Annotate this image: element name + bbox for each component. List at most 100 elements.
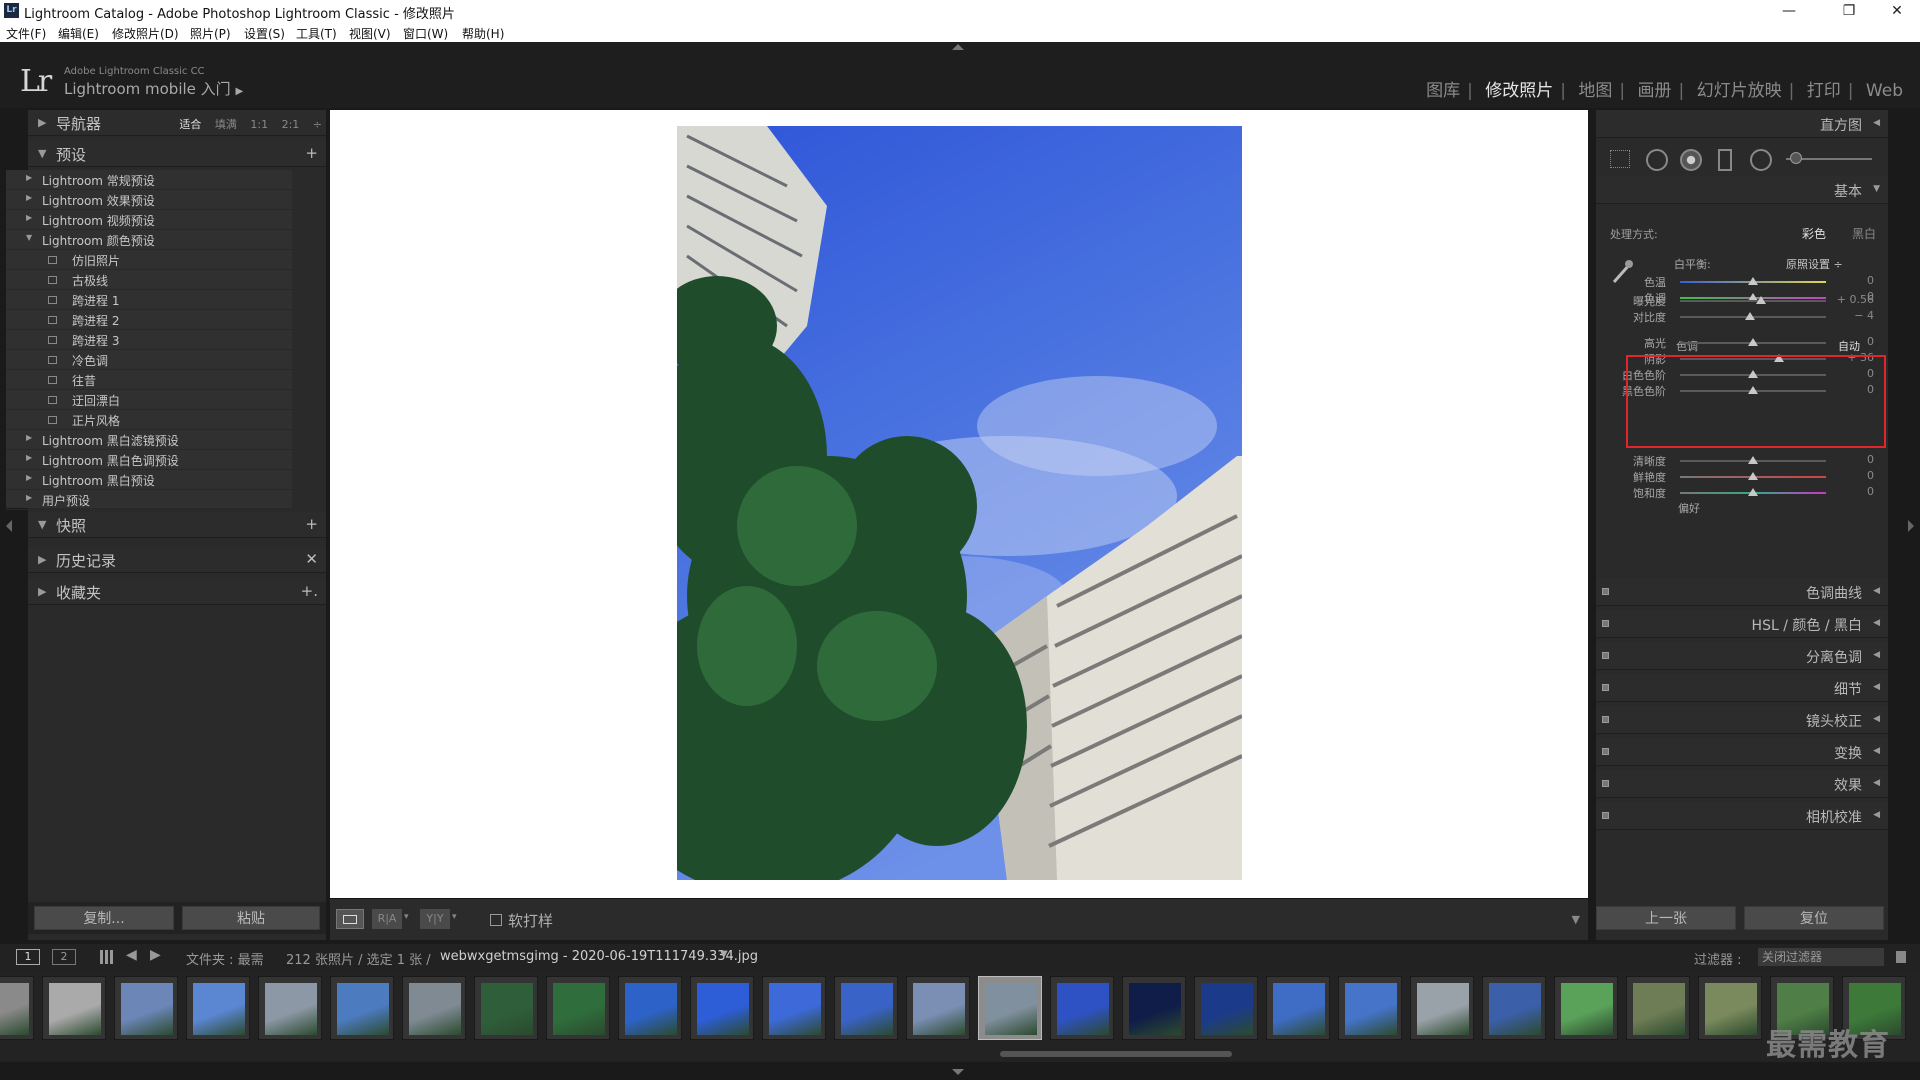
filmstrip-thumbnail[interactable] <box>1698 976 1762 1040</box>
filmstrip-thumbnail[interactable] <box>0 976 34 1040</box>
mobile-getting-started[interactable]: Lightroom mobile 入门 ▶ <box>64 78 243 99</box>
panel-toggle-switch[interactable] <box>1602 716 1609 723</box>
filmstrip-thumbnail[interactable] <box>906 976 970 1040</box>
module-web[interactable]: Web <box>1866 81 1903 101</box>
restore-button[interactable]: ❐ <box>1826 0 1872 22</box>
expand-triangle-icon[interactable]: ▶ <box>26 173 32 182</box>
minimize-button[interactable]: — <box>1766 0 1812 22</box>
preset-item[interactable]: ▶ Lightroom 效果预设 <box>6 190 292 210</box>
module-library[interactable]: 图库 <box>1426 81 1460 101</box>
preset-item[interactable]: 古极线 <box>6 270 292 290</box>
preset-item[interactable]: ▶ Lightroom 黑白色调预设 <box>6 450 292 470</box>
panel-toggle-switch[interactable] <box>1602 652 1609 659</box>
slider-thumb[interactable] <box>1756 296 1767 304</box>
filmstrip-thumbnail[interactable] <box>834 976 898 1040</box>
grid-view-icon[interactable] <box>100 950 114 964</box>
preset-item[interactable]: ▶ Lightroom 黑白预设 <box>6 470 292 490</box>
panel-toggle-switch[interactable] <box>1602 812 1609 819</box>
treatment-bw-button[interactable]: 黑白 <box>1852 225 1876 242</box>
module-print[interactable]: 打印 <box>1807 81 1841 101</box>
expand-triangle-icon[interactable]: ▶ <box>26 213 32 222</box>
menu-tools[interactable]: 工具(T) <box>296 25 337 42</box>
radial-filter-tool-icon[interactable] <box>1750 149 1772 171</box>
expand-triangle-icon[interactable]: ▶ <box>26 433 32 442</box>
preset-item[interactable]: ▶ Lightroom 常规预设 <box>6 170 292 190</box>
expand-triangle-icon[interactable]: ▶ <box>26 473 32 482</box>
zoom-fill[interactable]: 填满 <box>215 118 237 131</box>
filmstrip-thumbnail[interactable] <box>546 976 610 1040</box>
menu-photo[interactable]: 照片(P) <box>190 25 231 42</box>
before-after-tb-dropdown-icon[interactable]: ▾ <box>452 912 457 922</box>
panel-header-4[interactable]: 镜头校正 ◀ <box>1596 706 1888 734</box>
panel-header-3[interactable]: 细节 ◀ <box>1596 674 1888 702</box>
back-arrow-icon[interactable]: ◀ <box>126 947 137 963</box>
spot-removal-tool-icon[interactable] <box>1646 149 1668 171</box>
filmstrip-thumbnail[interactable] <box>1482 976 1546 1040</box>
menu-develop[interactable]: 修改照片(D) <box>112 25 179 42</box>
zoom-more-icon[interactable]: ÷ <box>313 118 322 131</box>
menu-window[interactable]: 窗口(W) <box>403 25 448 42</box>
collections-header[interactable]: ▶ 收藏夹 +. <box>28 579 326 605</box>
add-snapshot-icon[interactable]: + <box>305 515 318 533</box>
preset-item[interactable]: ▼ Lightroom 颜色预设 <box>6 230 292 250</box>
slider-sliders_tone-1[interactable]: 对比度 − 4 <box>1596 307 1888 325</box>
paste-settings-button[interactable]: 粘贴 <box>182 906 320 930</box>
forward-arrow-icon[interactable]: ▶ <box>150 947 161 963</box>
collapse-triangle-icon[interactable]: ▼ <box>26 233 32 242</box>
preset-item[interactable]: 冷色调 <box>6 350 292 370</box>
crop-overlay-tool-icon[interactable] <box>1610 150 1630 168</box>
module-slideshow[interactable]: 幻灯片放映 <box>1697 81 1782 101</box>
loupe-view-button[interactable] <box>336 909 364 929</box>
panel-toggle-switch[interactable] <box>1602 620 1609 627</box>
preset-item[interactable]: 跨进程 1 <box>6 290 292 310</box>
filmstrip-thumbnail[interactable] <box>1194 976 1258 1040</box>
slider-thumb[interactable] <box>1748 456 1758 464</box>
filter-lock-icon[interactable] <box>1896 951 1906 963</box>
right-panel-toggle-icon[interactable] <box>1908 520 1914 532</box>
slider-value[interactable]: 0 <box>1867 274 1874 287</box>
softproof-checkbox[interactable] <box>490 914 502 926</box>
slider-value[interactable]: − 4 <box>1854 309 1874 322</box>
slider-sliders_presence-2[interactable]: 饱和度 0 <box>1596 483 1888 501</box>
left-panel-toggle-icon[interactable] <box>6 520 12 532</box>
menu-help[interactable]: 帮助(H) <box>462 25 504 42</box>
collapse-top-arrow-icon[interactable] <box>952 44 964 50</box>
menu-view[interactable]: 视图(V) <box>349 25 391 42</box>
preset-item[interactable]: ▶ Lightroom 视频预设 <box>6 210 292 230</box>
filmstrip-thumbnail[interactable] <box>1338 976 1402 1040</box>
menu-settings[interactable]: 设置(S) <box>244 25 285 42</box>
expand-triangle-icon[interactable]: ▶ <box>26 193 32 202</box>
navigator-header[interactable]: ▶ 导航器 适合 填满 1:1 2:1 ÷ <box>28 110 326 136</box>
module-book[interactable]: 画册 <box>1638 81 1672 101</box>
preset-item[interactable]: 仿旧照片 <box>6 250 292 270</box>
add-collection-icon[interactable]: +. <box>301 582 318 600</box>
panel-header-1[interactable]: HSL / 颜色 / 黑白 ◀ <box>1596 610 1888 638</box>
filmstrip-source[interactable]: 文件夹 : 最需 <box>186 949 264 968</box>
treatment-color-button[interactable]: 彩色 <box>1802 225 1826 242</box>
basic-header[interactable]: 基本 ▼ <box>1596 176 1888 204</box>
filmstrip-thumbnail[interactable] <box>1122 976 1186 1040</box>
zoom-2-1[interactable]: 2:1 <box>282 118 300 131</box>
copy-settings-button[interactable]: 复制... <box>34 906 174 930</box>
panel-toggle-switch[interactable] <box>1602 748 1609 755</box>
panel-toggle-switch[interactable] <box>1602 780 1609 787</box>
slider-value[interactable]: 0 <box>1867 469 1874 482</box>
panel-header-5[interactable]: 变换 ◀ <box>1596 738 1888 766</box>
preset-item[interactable]: 跨进程 2 <box>6 310 292 330</box>
expand-triangle-icon[interactable]: ▶ <box>26 493 32 502</box>
filmstrip-thumbnail[interactable] <box>1554 976 1618 1040</box>
filmstrip-thumbnail[interactable] <box>618 976 682 1040</box>
before-after-dropdown-icon[interactable]: ▾ <box>404 912 409 922</box>
slider-thumb[interactable] <box>1748 338 1758 346</box>
collapse-bottom-arrow-icon[interactable] <box>952 1069 964 1075</box>
before-after-tb-button[interactable]: Y|Y <box>420 909 450 929</box>
slider-track[interactable] <box>1680 300 1826 302</box>
preset-item[interactable]: ▶ Lightroom 黑白滤镜预设 <box>6 430 292 450</box>
filmstrip-thumbnail[interactable] <box>402 976 466 1040</box>
slider-thumb[interactable] <box>1748 472 1758 480</box>
filmstrip-filename[interactable]: webwxgetmsgimg - 2020-06-19T111749.334.j… <box>440 949 758 964</box>
expand-triangle-icon[interactable]: ▶ <box>26 453 32 462</box>
slider-thumb[interactable] <box>1745 312 1756 320</box>
filmstrip-scrollbar[interactable] <box>1000 1051 1232 1057</box>
module-develop[interactable]: 修改照片 <box>1485 81 1553 101</box>
